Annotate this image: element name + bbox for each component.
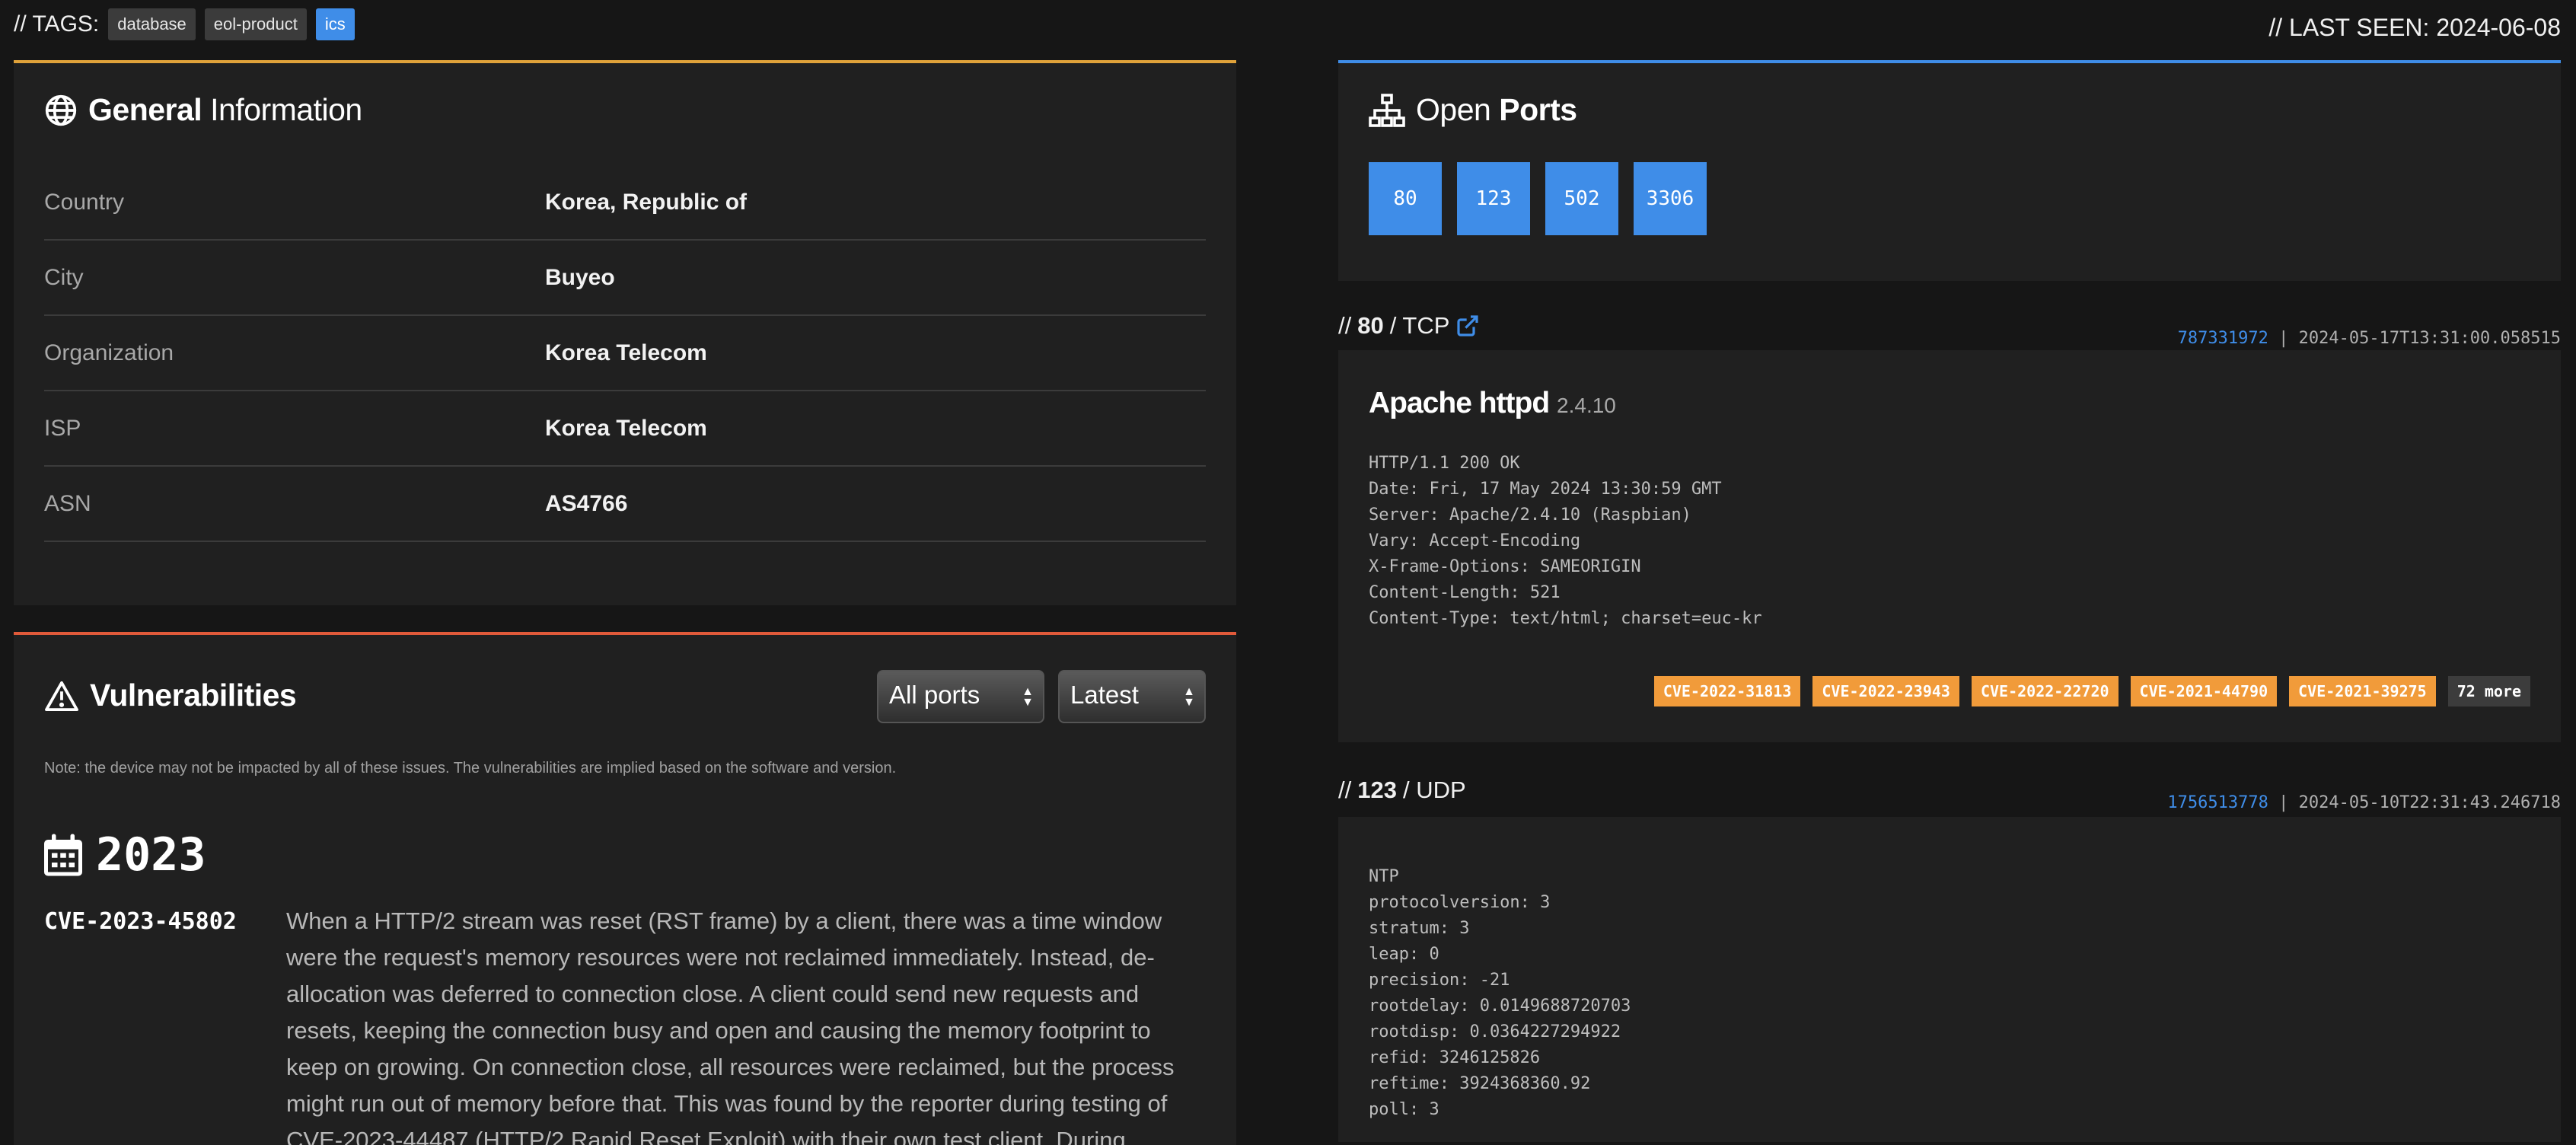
tag-eol-product[interactable]: eol-product (204, 8, 307, 40)
vulnerabilities-title: Vulnerabilities (44, 678, 297, 713)
general-information-title: General Information (44, 92, 362, 128)
service-123-banner: NTP protocolversion: 3 stratum: 3 leap: … (1369, 867, 1631, 1119)
network-icon (1369, 93, 1405, 127)
cve-description: When a HTTP/2 stream was reset (RST fram… (286, 907, 1175, 1145)
info-key: City (44, 264, 84, 290)
info-row-isp: ISP Korea Telecom (44, 391, 1206, 467)
cve-badge[interactable]: CVE-2021-44790 (2130, 676, 2278, 706)
general-information-panel: General Information Country Korea, Repub… (14, 60, 1236, 605)
cve-id[interactable]: CVE-2023-45802 (44, 908, 237, 935)
tags-label: // TAGS: (14, 11, 100, 37)
vulnerabilities-note: Note: the device may not be impacted by … (44, 760, 897, 777)
service-port: 80 (1357, 312, 1384, 339)
cve-badge[interactable]: CVE-2021-39275 (2289, 676, 2436, 706)
service-123-heading: // 123 / UDP (1338, 777, 1466, 803)
port-button-3306[interactable]: 3306 (1634, 162, 1707, 235)
service-timestamp: | 2024-05-17T13:31:00.058515 (2278, 329, 2561, 348)
port-button-123[interactable]: 123 (1457, 162, 1530, 235)
cve-badge[interactable]: CVE-2022-31813 (1653, 676, 1801, 706)
service-80-cve-list: CVE-2022-31813 CVE-2022-23943 CVE-2022-2… (1653, 676, 2530, 706)
info-key: Organization (44, 340, 174, 365)
service-80-panel: Apache httpd 2.4.10 HTTP/1.1 200 OK Date… (1338, 350, 2561, 742)
port-list: 80 123 502 3306 (1369, 162, 1707, 235)
info-row-asn: ASN AS4766 (44, 467, 1206, 542)
info-value: AS4766 (545, 490, 628, 516)
service-80-heading: // 80 / TCP (1338, 312, 1480, 340)
external-link-icon[interactable] (1455, 314, 1480, 338)
tags-bar: // TAGS: database eol-product ics (14, 6, 355, 43)
info-value: Korea Telecom (545, 415, 707, 441)
tag-database[interactable]: database (108, 8, 196, 40)
year-heading: 2023 (44, 828, 206, 882)
service-product: Apache httpd 2.4.10 (1369, 387, 1616, 419)
info-value: Buyeo (545, 264, 615, 290)
info-row-country: Country Korea, Republic of (44, 165, 1206, 241)
info-value: Korea Telecom (545, 340, 707, 365)
service-protocol: / TCP (1389, 312, 1450, 339)
service-hash-link[interactable]: 1756513778 (2167, 793, 2268, 812)
info-value: Korea, Republic of (545, 189, 748, 215)
tag-ics[interactable]: ics (315, 8, 355, 40)
service-version: 2.4.10 (1557, 394, 1616, 417)
service-123-panel: NTP protocolversion: 3 stratum: 3 leap: … (1338, 817, 2561, 1142)
service-80-meta: 787331972 | 2024-05-17T13:31:00.058515 (2178, 329, 2561, 348)
cve-badge[interactable]: CVE-2022-23943 (1812, 676, 1959, 706)
port-button-80[interactable]: 80 (1369, 162, 1442, 235)
info-key: Country (44, 189, 125, 215)
more-cves-badge[interactable]: 72 more (2447, 676, 2530, 706)
calendar-icon (44, 834, 82, 876)
sort-filter-select[interactable]: Latest ▲ ▼ (1058, 670, 1206, 723)
warning-icon (44, 680, 79, 712)
globe-icon (44, 94, 78, 127)
vulnerabilities-panel: Vulnerabilities All ports ▲ ▼ Latest ▲ ▼ N… (14, 632, 1236, 1145)
info-row-city: City Buyeo (44, 241, 1206, 316)
general-info-table: Country Korea, Republic of City Buyeo Or… (44, 165, 1206, 542)
select-arrows-icon: ▲ ▼ (1183, 685, 1195, 709)
info-key: ASN (44, 490, 91, 516)
service-123-meta: 1756513778 | 2024-05-10T22:31:43.246718 (2167, 793, 2561, 812)
service-timestamp: | 2024-05-10T22:31:43.246718 (2278, 793, 2561, 812)
cve-badge[interactable]: CVE-2022-22720 (1971, 676, 2119, 706)
info-key: ISP (44, 415, 81, 441)
service-port: 123 (1357, 777, 1397, 803)
port-filter-select[interactable]: All ports ▲ ▼ (877, 670, 1044, 723)
port-button-502[interactable]: 502 (1545, 162, 1618, 235)
open-ports-title: Open Ports (1369, 92, 1577, 128)
service-80-banner: HTTP/1.1 200 OK Date: Fri, 17 May 2024 1… (1369, 454, 1762, 628)
select-arrows-icon: ▲ ▼ (1022, 685, 1034, 709)
info-row-organization: Organization Korea Telecom (44, 316, 1206, 391)
service-hash-link[interactable]: 787331972 (2178, 329, 2268, 348)
last-seen: // LAST SEEN: 2024-06-08 (2268, 14, 2561, 41)
open-ports-panel: Open Ports 80 123 502 3306 (1338, 60, 2561, 281)
service-protocol: / UDP (1402, 777, 1466, 803)
